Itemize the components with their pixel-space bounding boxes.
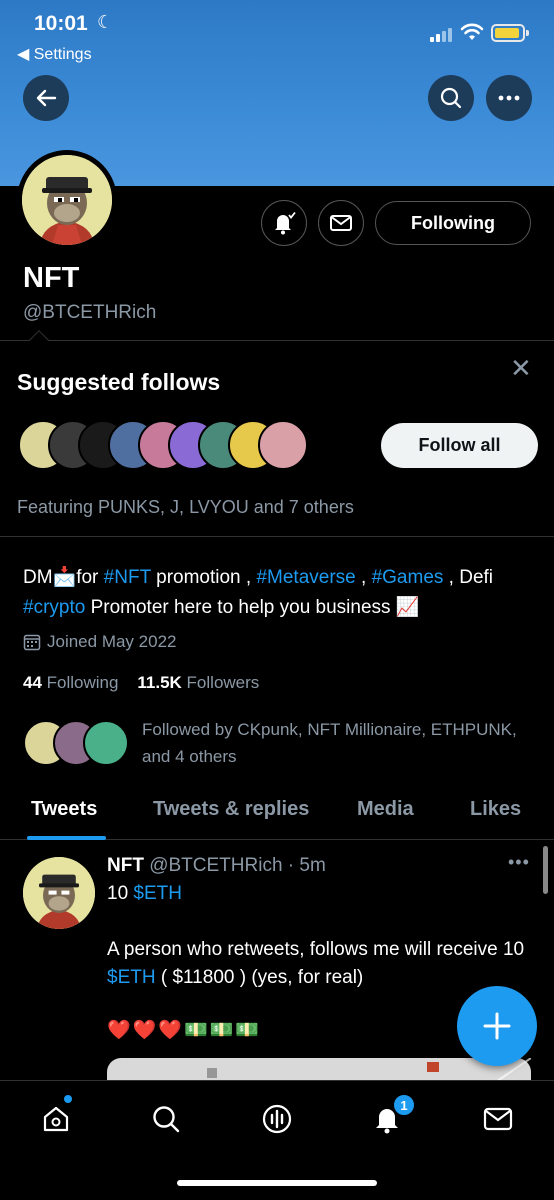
status-bar: 10:01 ☾ ◀ Settings [0,0,554,70]
compose-tweet-button[interactable] [457,986,537,1066]
tweet-avatar[interactable] [23,857,95,929]
follow-all-button[interactable]: Follow all [381,423,538,468]
hashtag-link[interactable]: $ETH [133,883,182,904]
plus-icon [483,1012,511,1040]
battery-icon [491,24,529,42]
profile-handle: @BTCETHRich [23,302,157,323]
search-icon [440,87,462,109]
home-icon [43,1106,69,1132]
hashtag-link[interactable]: #Games [372,567,444,588]
back-to-settings-link[interactable]: ◀ Settings [17,44,92,64]
featuring-text: Featuring PUNKS, J, LVYOU and 7 others [17,497,354,517]
profile-name: NFT [23,262,80,294]
bio-text-segment: promotion , [150,567,257,588]
arrow-left-icon [36,89,57,107]
joined-text: Joined May 2022 [47,632,177,651]
followers-label: Followers [186,673,260,692]
calendar-icon [23,634,41,651]
notification-badge: 1 [392,1093,416,1117]
followed-by-avatar [83,720,129,766]
hashtag-link[interactable]: $ETH [107,967,156,988]
panel-pointer [29,330,49,350]
tab-media[interactable]: Media [357,798,414,821]
tab-tweets-replies[interactable]: Tweets & replies [153,798,309,821]
tweet-text-segment: 10 [107,883,134,904]
nav-messages[interactable] [478,1099,518,1139]
following-count-link[interactable]: 44 Following [23,673,118,692]
tweet-author-name[interactable]: NFT [107,855,144,876]
following-count: 44 [23,673,42,692]
tweet-text-segment: ( $11800 ) (yes, for real) [155,967,364,988]
tab-likes[interactable]: Likes [470,798,521,821]
active-tab-indicator [27,836,106,840]
tweet-text-segment: A person who retweets, follows me will r… [107,939,525,960]
wifi-icon [460,23,484,40]
profile-avatar[interactable] [17,150,117,250]
suggested-follows-panel: Suggested follows ✕ Follow all Featuring… [0,330,554,537]
message-button[interactable] [318,200,364,246]
profile-tabs: Tweets Tweets & replies Media Likes [0,784,554,840]
suggested-avatar[interactable] [258,420,308,470]
cellular-signal-icon [430,26,454,42]
tweet-emoji-line: ❤️❤️❤️💵💵💵 [107,1020,261,1041]
bio-text-segment: Promoter here to help you business 📈 [85,597,420,618]
ape-avatar-image [23,857,95,929]
joined-date: Joined May 2022 [23,632,176,652]
tweet-more-button[interactable]: ••• [508,852,530,873]
followed-by-avatars[interactable] [23,720,133,768]
hashtag-link[interactable]: #Metaverse [256,567,355,588]
nav-spaces[interactable] [257,1099,297,1139]
following-label: Following [46,673,119,692]
close-icon[interactable]: ✕ [510,353,532,384]
home-indicator [177,1180,377,1186]
followers-count: 11.5K [137,673,182,692]
suggested-avatar-stack[interactable] [18,420,308,472]
bell-check-icon [275,211,296,235]
suggested-follows-title: Suggested follows [17,369,221,395]
tab-tweets[interactable]: Tweets [31,798,97,821]
more-dots-icon [498,95,520,101]
following-button[interactable]: Following [375,201,531,245]
ape-avatar-image [22,155,112,245]
bio-text-segment: , Defi [443,567,494,588]
bio-text-segment: DM📩for [23,567,104,588]
notifications-bell-button[interactable] [261,200,307,246]
nav-home[interactable] [36,1099,76,1139]
tweet-header: NFT @BTCETHRich · 5m [107,855,326,877]
search-button[interactable] [428,75,474,121]
search-icon [153,1106,180,1133]
follow-stats: 44 Following 11.5K Followers [23,673,259,693]
moon-icon: ☾ [97,12,114,32]
envelope-icon [483,1107,513,1131]
tweet-text: 10 $ETH A person who retweets, follows m… [107,880,527,992]
back-button[interactable] [23,75,69,121]
envelope-icon [330,215,352,231]
tweet-handle-time: @BTCETHRich · 5m [149,855,326,876]
spaces-microphone-icon [262,1104,292,1134]
followed-by-text[interactable]: Followed by CKpunk, NFT Millionaire, ETH… [142,716,522,770]
hashtag-link[interactable]: #crypto [23,597,85,618]
more-options-button[interactable] [486,75,532,121]
scrollbar[interactable] [543,846,548,894]
hashtag-link[interactable]: #NFT [104,567,151,588]
profile-bio: DM📩for #NFT promotion , #Metaverse , #Ga… [23,563,533,623]
followers-count-link[interactable]: 11.5K Followers [137,673,259,692]
nav-search[interactable] [146,1099,186,1139]
status-time: 10:01 [34,12,88,35]
bio-text-segment: , [355,567,372,588]
home-unread-dot [64,1095,72,1103]
